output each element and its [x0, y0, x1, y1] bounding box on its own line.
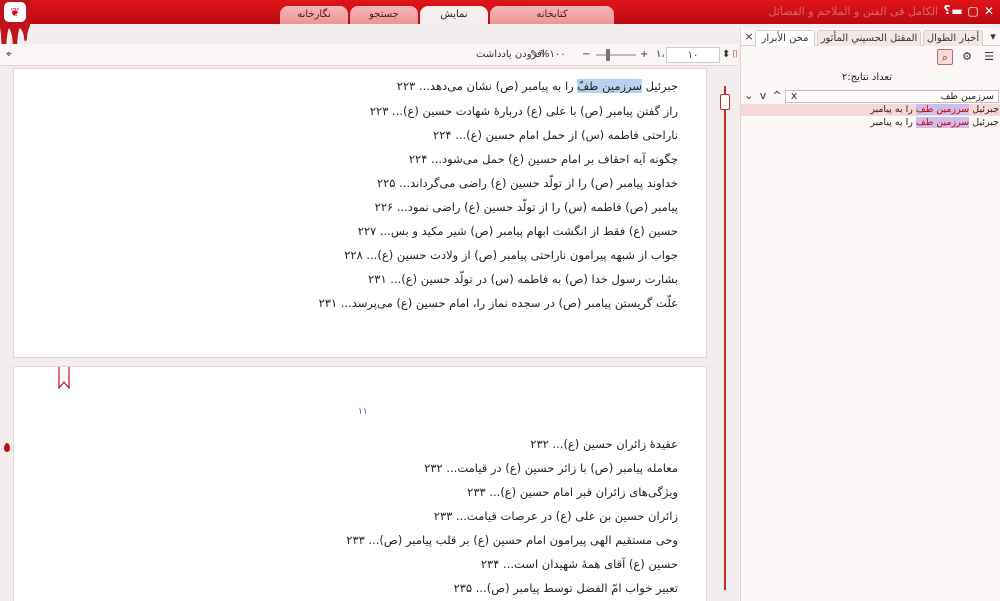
toc-line[interactable]: راز گفتن پیامبر (ص) با علی (ع) دربارۀ شه… — [370, 104, 678, 118]
search-result-item[interactable]: جبرئیل سرزمین طف را به پیامبر — [741, 117, 1000, 129]
tab-gallery[interactable]: نگارخانه — [280, 6, 348, 24]
document-page-1: جبرئیل سرزمین طفّ را به پیامبر (ص) نشان … — [13, 68, 707, 358]
maximize-button[interactable]: ▢ — [966, 3, 980, 19]
scrollbar-track[interactable] — [724, 86, 726, 590]
toc-line[interactable]: وحی مستقیم الهی پیرامون امام حسین (ع) بر… — [346, 533, 678, 547]
toc-line[interactable]: حسین (ع) فقط از انگشت ابهام پیامبر (ص) ش… — [358, 224, 678, 238]
bookmark-icon[interactable]: ⌷ — [732, 47, 738, 63]
gear-icon[interactable]: ⚙ — [959, 49, 975, 65]
document-toolbar: ⌖ ١٠٠% − + افزودن یادداشت ✎ ١،٠٩۶ ١٠ ⬍ ⌷ — [0, 44, 738, 66]
toc-line[interactable]: تعبیر خواب امّ الفضل توسط پیامبر (ص)... … — [454, 581, 678, 595]
search-input[interactable]: سرزمین طف — [785, 90, 999, 103]
toc-line[interactable]: جواب از شبهه پیرامون ناراحتی پیامبر (ص) … — [344, 248, 678, 262]
clear-search-button[interactable]: x — [789, 88, 799, 104]
zoom-slider-handle[interactable] — [606, 49, 610, 61]
page-bookmark-icon[interactable] — [58, 367, 70, 389]
toc-line[interactable]: حسین (ع) آقای همۀ شهیدان است... ٢٣۴ — [481, 557, 678, 571]
toc-line[interactable]: ناراحتی فاطمه (س) از حمل امام حسین (ع)..… — [433, 128, 678, 142]
result-count: تعداد نتایج:٢ — [841, 72, 892, 83]
search-highlight: سرزمین طفّ — [577, 79, 643, 93]
toc-line[interactable]: پیامبر (ص) فاطمه (س) را از تولّد حسین (ع… — [375, 200, 678, 214]
search-row: ⌄ v ^ سرزمین طف x — [741, 88, 1000, 104]
tab-library[interactable]: کتابخانه — [490, 6, 614, 24]
toc-line[interactable]: عقیدۀ زائران حسین (ع)... ٢٣٢ — [530, 437, 678, 451]
search-icon[interactable]: ⌕ — [937, 49, 953, 65]
blood-drop-icon — [4, 443, 10, 452]
main-tabs: نگارخانه جستجو نمایش کتابخانه — [280, 6, 614, 25]
toc-line[interactable]: خداوند پیامبر (ص) را از تولّد حسین (ع) ر… — [377, 176, 678, 190]
toc-line[interactable]: زائران حسین بن علی (ع) در عرصات قیامت...… — [434, 509, 678, 523]
document-scrollbar[interactable] — [720, 86, 730, 590]
book-tab-mihan-alabrar[interactable]: محن الأبرار — [755, 30, 815, 46]
page-stepper-icon[interactable]: ⬍ — [722, 47, 730, 63]
panel-toolbar: ⌕ ⚙ ☰ — [741, 46, 1000, 68]
toc-line[interactable]: بشارت رسول خدا (ص) به فاطمه (س) در تولّد… — [368, 272, 678, 286]
document-page-2: ١١ عقیدۀ زائران حسین (ع)... ٢٣٢ معامله پ… — [13, 366, 707, 601]
window-controls: ▬ ▢ ✕ — [950, 3, 996, 19]
page-number-mark: ١١ — [358, 407, 368, 417]
close-button[interactable]: ✕ — [982, 3, 996, 19]
next-result-button[interactable]: ^ — [769, 88, 785, 104]
window-title: الکامل فی الفتن و الملاحم و الفضائل — [768, 5, 938, 18]
toc-line[interactable]: چگونه آیه احقاف بر امام حسین (ع) حمل می‌… — [409, 152, 678, 166]
scrollbar-thumb[interactable] — [720, 94, 730, 110]
zoom-in-button[interactable]: + — [640, 47, 648, 63]
add-note-icon: ✎ — [530, 49, 539, 60]
list-icon[interactable]: ☰ — [981, 49, 997, 65]
toc-line[interactable]: معامله پیامبر (ص) با زائر حسین (ع) در قی… — [424, 461, 678, 475]
book-tab-akhbar-altiwal[interactable]: أخبار الطوال — [923, 30, 983, 46]
toc-line[interactable]: علّت گریستن پیامبر (ص) در سجده نماز را، … — [319, 296, 678, 310]
tab-search[interactable]: جستجو — [350, 6, 418, 24]
zoom-out-button[interactable]: − — [582, 47, 590, 63]
minimize-button[interactable]: ▬ — [950, 3, 964, 19]
search-result-item[interactable]: جبرئیل سرزمین طف را به پیامبر — [741, 104, 1000, 116]
toc-line[interactable]: جبرئیل سرزمین طفّ را به پیامبر (ص) نشان … — [397, 79, 678, 93]
chevron-down-icon[interactable]: ▾ — [985, 29, 1000, 45]
book-tabs: × محن الأبرار المقتل الحسيني المأثور أخب… — [741, 28, 1000, 46]
zoom-slider-track[interactable] — [596, 54, 636, 56]
book-tab-almaqtal[interactable]: المقتل الحسيني المأثور — [817, 30, 921, 46]
app-logo-icon[interactable]: ❦ — [4, 2, 26, 22]
page-number-input[interactable]: ١٠ — [666, 47, 720, 63]
search-panel: × محن الأبرار المقتل الحسيني المأثور أخب… — [740, 28, 1000, 601]
toc-line[interactable]: ویژگی‌های زائران قبر امام حسین (ع)... ٢٣… — [467, 485, 678, 499]
tab-display[interactable]: نمایش — [420, 6, 488, 25]
tag-icon[interactable]: ⌖ — [6, 47, 12, 63]
